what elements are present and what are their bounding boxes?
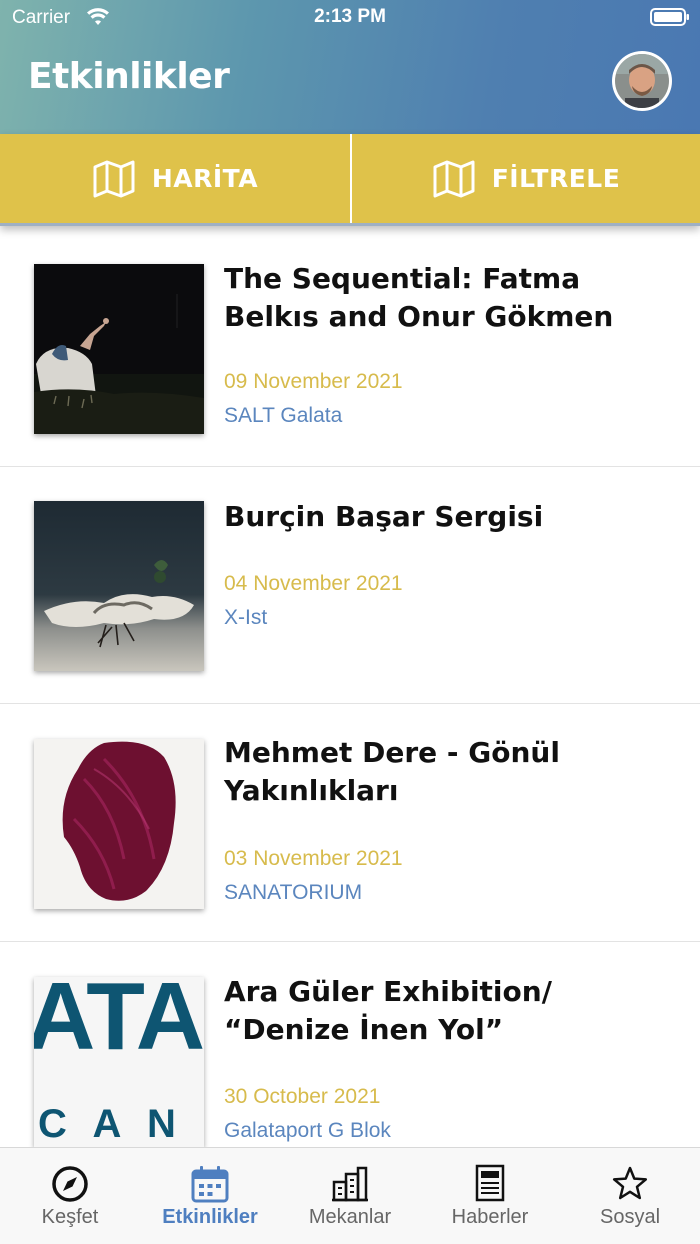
thumb-text-bottom: C A N B xyxy=(38,1102,204,1146)
newspaper-icon xyxy=(470,1164,510,1204)
tab-mekanlar[interactable]: Mekanlar xyxy=(280,1148,420,1244)
compass-icon xyxy=(50,1164,90,1204)
filter-button[interactable]: FİLTRELE xyxy=(350,134,700,223)
event-title: Burçin Başar Sergisi xyxy=(224,500,544,533)
calendar-icon xyxy=(190,1164,230,1204)
event-thumbnail xyxy=(34,501,204,671)
event-row[interactable]: Mehmet Dere - Gönül Yakınlıkları 03 Nove… xyxy=(0,704,700,942)
event-list[interactable]: The Sequential: Fatma Belkıs and Onur Gö… xyxy=(0,229,700,1147)
event-thumbnail xyxy=(34,264,204,434)
tab-etkinlikler[interactable]: Etkinlikler xyxy=(140,1148,280,1244)
event-date: 30 October 2021 xyxy=(224,1085,381,1108)
event-row[interactable]: ATAF C A N B Ara Güler Exhibition/ “Deni… xyxy=(0,942,700,1147)
event-venue[interactable]: SANATORIUM xyxy=(224,881,362,905)
event-row[interactable]: The Sequential: Fatma Belkıs and Onur Gö… xyxy=(0,229,700,467)
status-bar: Carrier 2:13 PM xyxy=(0,0,700,36)
app-header: Carrier 2:13 PM Etkinlikler xyxy=(0,0,700,134)
event-venue[interactable]: X-Ist xyxy=(224,606,267,630)
filter-button-label: FİLTRELE xyxy=(491,164,621,193)
battery-icon xyxy=(650,8,690,26)
action-bar: HARİTA FİLTRELE xyxy=(0,134,700,226)
tab-sosyal[interactable]: Sosyal xyxy=(560,1148,700,1244)
tab-label: Sosyal xyxy=(599,1206,661,1228)
event-title: Mehmet Dere - Gönül Yakınlıkları xyxy=(224,736,560,807)
event-date: 04 November 2021 xyxy=(224,572,403,595)
map-button-label: HARİTA xyxy=(151,164,259,193)
event-thumbnail: ATAF C A N B xyxy=(34,977,204,1147)
event-venue[interactable]: Galataport G Blok xyxy=(224,1119,391,1143)
tab-label: Haberler xyxy=(451,1206,529,1228)
star-icon xyxy=(610,1164,650,1204)
event-date: 09 November 2021 xyxy=(224,370,403,393)
map-icon xyxy=(432,159,476,199)
map-icon xyxy=(92,159,136,199)
status-time: 2:13 PM xyxy=(314,6,386,27)
tab-haberler[interactable]: Haberler xyxy=(420,1148,560,1244)
tab-label: Keşfet xyxy=(41,1206,99,1228)
tab-label: Etkinlikler xyxy=(162,1206,258,1228)
event-title: Ara Güler Exhibition/ “Denize İnen Yol” xyxy=(224,975,552,1046)
event-row[interactable]: Burçin Başar Sergisi 04 November 2021 X-… xyxy=(0,467,700,704)
buildings-icon xyxy=(330,1164,370,1204)
event-title: The Sequential: Fatma Belkıs and Onur Gö… xyxy=(224,262,614,333)
thumb-text-top: ATAF xyxy=(34,977,204,1070)
tab-label: Mekanlar xyxy=(308,1206,392,1228)
event-venue[interactable]: SALT Galata xyxy=(224,404,342,428)
event-date: 03 November 2021 xyxy=(224,847,403,870)
tab-kesfet[interactable]: Keşfet xyxy=(0,1148,140,1244)
tab-bar: Keşfet Etkinlikler Mekanlar Haberler Sos… xyxy=(0,1147,700,1244)
event-thumbnail xyxy=(34,739,204,909)
avatar[interactable] xyxy=(612,51,672,111)
map-button[interactable]: HARİTA xyxy=(0,134,350,223)
page-title: Etkinlikler xyxy=(28,56,230,97)
